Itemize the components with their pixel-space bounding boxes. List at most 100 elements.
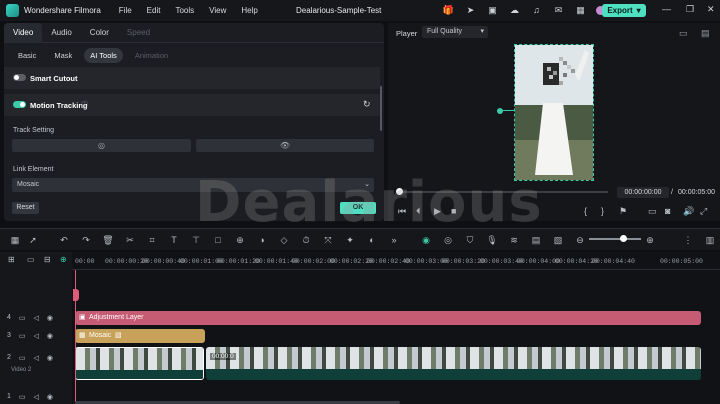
voice-icon[interactable]: ≋ bbox=[508, 234, 520, 246]
volume-icon[interactable]: ◁ bbox=[34, 354, 39, 362]
send-icon[interactable]: ➤ bbox=[464, 4, 477, 17]
mark-out-icon[interactable]: } bbox=[601, 206, 604, 216]
menu-help[interactable]: Help bbox=[241, 6, 257, 15]
eye-icon[interactable]: ◉ bbox=[47, 393, 53, 401]
folder-icon[interactable]: ▭ bbox=[19, 354, 26, 362]
video-clip[interactable] bbox=[75, 347, 204, 380]
subtab-mask[interactable]: Mask bbox=[48, 48, 78, 63]
track-manager-icon[interactable]: ▭ bbox=[27, 255, 35, 264]
adjustment-layer-clip[interactable]: ▣ Adjustment Layer bbox=[75, 311, 701, 325]
chat-icon[interactable]: ✉ bbox=[552, 4, 565, 17]
fullscreen-icon[interactable]: ⤢ bbox=[700, 206, 707, 217]
speed-icon[interactable]: ⏱ bbox=[300, 234, 312, 246]
menu-edit[interactable]: Edit bbox=[147, 6, 161, 15]
split-icon[interactable]: ✂ bbox=[124, 234, 136, 246]
subtab-basic[interactable]: Basic bbox=[12, 48, 42, 63]
link-icon[interactable]: ⊟ bbox=[44, 255, 51, 264]
image-icon[interactable]: ▧ bbox=[552, 234, 564, 246]
playhead-handle[interactable] bbox=[73, 289, 79, 301]
text-icon[interactable]: T bbox=[168, 234, 180, 246]
zoom-slider-knob[interactable] bbox=[620, 235, 627, 242]
microphone-icon[interactable]: 🎙 bbox=[486, 234, 498, 246]
export-button[interactable]: Export ▾ bbox=[602, 4, 646, 17]
snapshot-icon[interactable]: ▭ bbox=[679, 28, 688, 39]
time-ruler[interactable]: 00:00 00:00:00:20 00:00:00:40 00:00:01:0… bbox=[72, 254, 720, 270]
display-icon[interactable]: ▭ bbox=[648, 206, 657, 217]
progress-track[interactable] bbox=[400, 191, 608, 193]
grid-icon[interactable]: ▦ bbox=[574, 4, 587, 17]
grid-layout-icon[interactable]: ▤ bbox=[701, 28, 710, 39]
ai-tool-icon[interactable]: ✦ bbox=[344, 234, 356, 246]
redo-icon[interactable]: ↷ bbox=[80, 234, 92, 246]
smart-cutout-toggle[interactable] bbox=[13, 74, 26, 81]
auto-reframe-icon[interactable]: ◎ bbox=[442, 234, 454, 246]
track-target-button[interactable]: ◎ bbox=[12, 139, 191, 152]
crop-icon[interactable]: ⌗ bbox=[146, 234, 158, 246]
volume-icon[interactable]: 🔊 bbox=[683, 206, 694, 217]
add-track-icon[interactable]: ⊞ bbox=[8, 255, 15, 264]
motion-tracking-toggle[interactable] bbox=[13, 101, 26, 108]
volume-icon[interactable]: ◁ bbox=[34, 332, 39, 340]
eye-icon[interactable]: ◉ bbox=[47, 314, 53, 322]
subtitle-icon[interactable]: ▤ bbox=[530, 234, 542, 246]
settings-icon[interactable]: ▥ bbox=[704, 234, 716, 246]
zoom-in-icon[interactable]: ⊕ bbox=[644, 234, 656, 246]
play-icon[interactable]: ▶ bbox=[434, 206, 441, 217]
prev-frame-icon[interactable]: ⏮ bbox=[398, 206, 406, 217]
shield-icon[interactable]: ⛉ bbox=[464, 234, 476, 246]
render-icon[interactable]: ◉ bbox=[420, 234, 432, 246]
close-icon[interactable]: ✕ bbox=[707, 4, 715, 15]
tab-audio[interactable]: Audio bbox=[42, 23, 80, 43]
panel-scrollbar[interactable] bbox=[380, 86, 382, 131]
headset-icon[interactable]: ♫ bbox=[530, 4, 543, 17]
subtab-ai-tools[interactable]: AI Tools bbox=[84, 47, 123, 63]
keyframe-icon[interactable]: ◇ bbox=[278, 234, 290, 246]
gift-icon[interactable]: 🎁 bbox=[442, 4, 455, 17]
timeline-area[interactable] bbox=[72, 252, 720, 404]
frame-icon[interactable]: □ bbox=[212, 234, 224, 246]
minimize-icon[interactable]: — bbox=[662, 4, 671, 14]
folder-icon[interactable]: ▭ bbox=[19, 393, 26, 401]
zoom-to-fit-icon[interactable]: ⊕ bbox=[234, 234, 246, 246]
reset-button[interactable]: Reset bbox=[12, 202, 39, 214]
select-tool-icon[interactable]: ➚ bbox=[27, 234, 39, 246]
mask-icon[interactable]: ◐ bbox=[366, 234, 378, 246]
camera-icon[interactable]: ◙ bbox=[665, 206, 670, 216]
progress-knob[interactable] bbox=[396, 188, 403, 195]
bookmark-icon[interactable]: ⚑ bbox=[619, 206, 627, 217]
menu-tools[interactable]: Tools bbox=[175, 6, 194, 15]
magnet-icon[interactable]: ⊕ bbox=[60, 255, 67, 264]
track-preview-button[interactable]: 👁 bbox=[196, 139, 374, 152]
tab-video[interactable]: Video bbox=[4, 23, 43, 43]
ok-button[interactable]: OK bbox=[340, 202, 376, 214]
mark-in-icon[interactable]: { bbox=[584, 206, 587, 216]
eye-icon[interactable]: ◉ bbox=[47, 354, 53, 362]
volume-icon[interactable]: ◁ bbox=[34, 314, 39, 322]
video-clip[interactable]: 00:00:0 bbox=[206, 347, 701, 380]
color-palette-icon[interactable]: ◑ bbox=[256, 234, 268, 246]
grid-options-icon[interactable]: ⋮ bbox=[682, 234, 694, 246]
tab-color[interactable]: Color bbox=[81, 23, 118, 43]
mosaic-clip[interactable]: ▦ Mosaic ▧ bbox=[75, 329, 205, 343]
media-icon[interactable]: ▣ bbox=[486, 4, 499, 17]
more-tools-icon[interactable]: » bbox=[388, 234, 400, 246]
step-back-icon[interactable]: ⏴ bbox=[416, 206, 421, 217]
zoom-slider-track[interactable] bbox=[589, 238, 641, 240]
folder-icon[interactable]: ▭ bbox=[19, 332, 26, 340]
tracking-handle[interactable] bbox=[497, 108, 503, 114]
delete-icon[interactable]: 🗑 bbox=[102, 234, 114, 246]
stop-icon[interactable]: ■ bbox=[451, 206, 456, 216]
cloud-icon[interactable]: ☁ bbox=[508, 4, 521, 17]
restore-icon[interactable]: ❐ bbox=[686, 4, 694, 15]
info-icon[interactable]: ⓘ bbox=[81, 100, 88, 110]
video-preview[interactable] bbox=[514, 44, 594, 181]
quality-select[interactable]: Full Quality ▾ bbox=[422, 26, 488, 38]
volume-icon[interactable]: ◁ bbox=[34, 393, 39, 401]
menu-file[interactable]: File bbox=[119, 6, 132, 15]
menu-view[interactable]: View bbox=[209, 6, 226, 15]
transform-icon[interactable]: ⊤ bbox=[190, 234, 202, 246]
folder-icon[interactable]: ▭ bbox=[19, 314, 26, 322]
link-element-select[interactable]: Mosaic ⌄ bbox=[12, 178, 374, 192]
zoom-out-icon[interactable]: ⊖ bbox=[574, 234, 586, 246]
eye-icon[interactable]: ◉ bbox=[47, 332, 53, 340]
